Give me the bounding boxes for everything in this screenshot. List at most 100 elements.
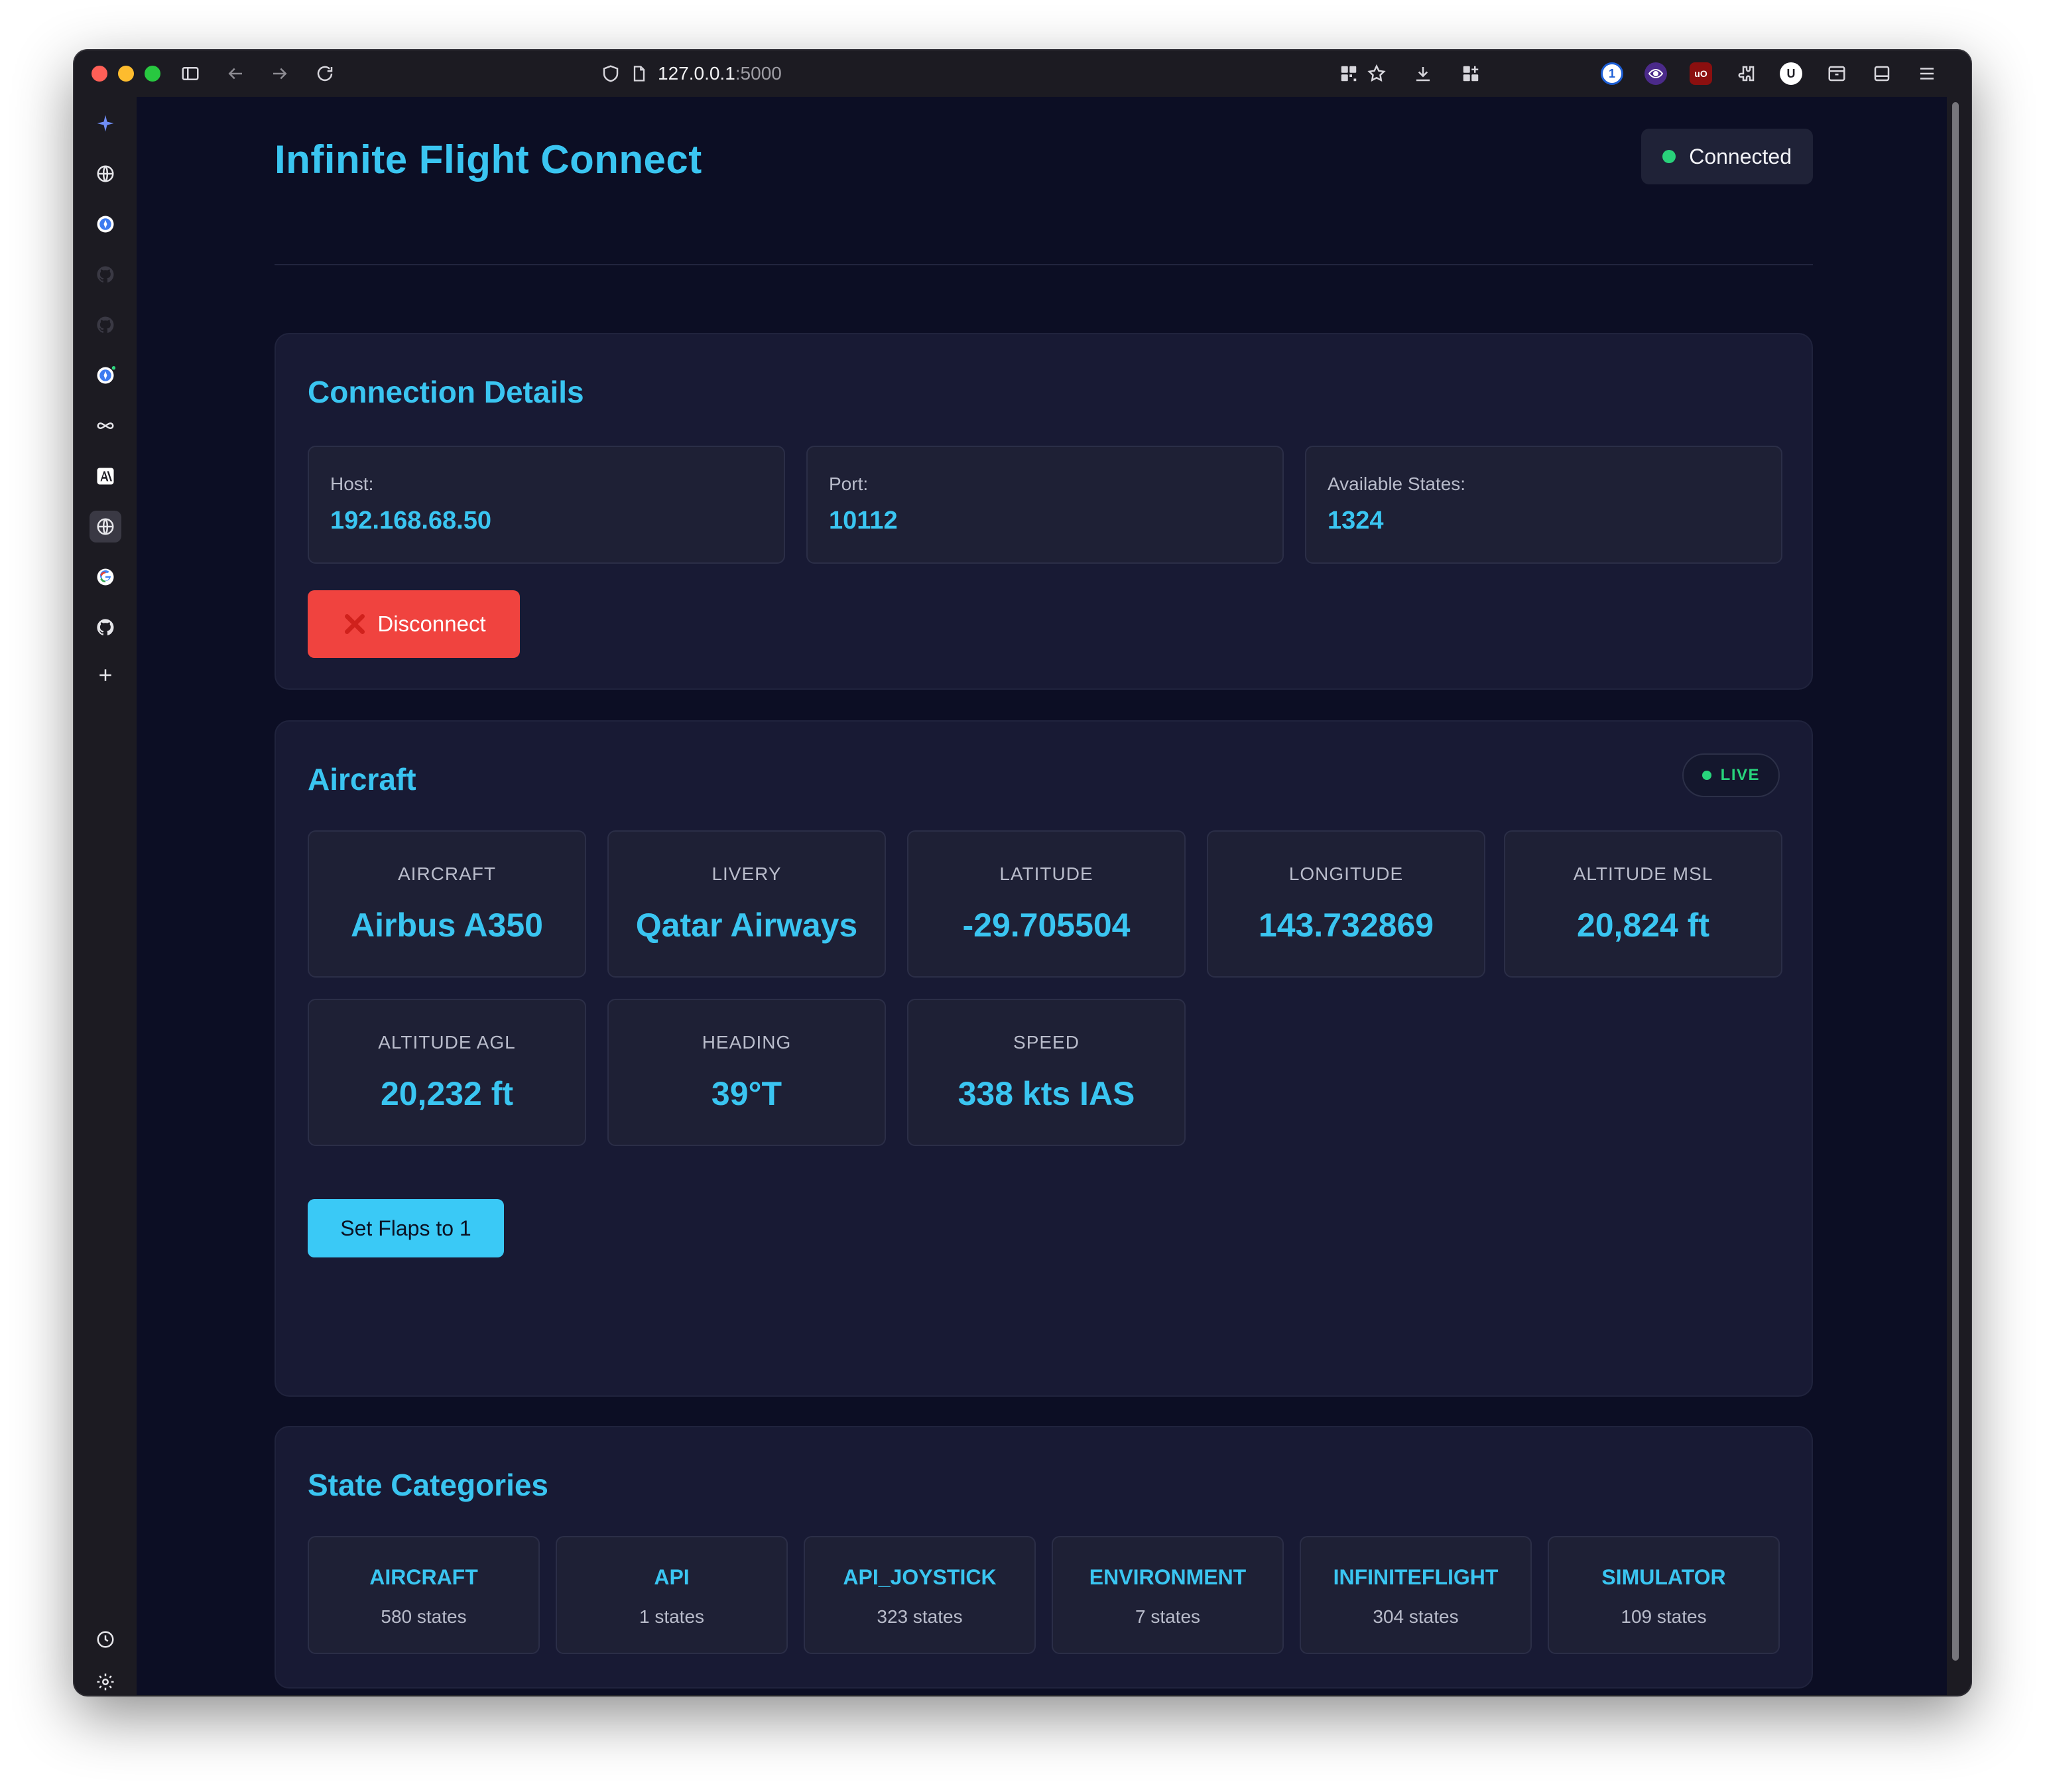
sidebar-google-icon[interactable]: [90, 561, 121, 593]
stat-heading: HEADING 39°T: [607, 999, 886, 1146]
page-header: Infinite Flight Connect Connected: [275, 97, 1813, 265]
menu-hamburger-icon[interactable]: [1915, 62, 1939, 86]
aircraft-title: Aircraft: [308, 762, 416, 797]
ublock-icon[interactable]: uO: [1690, 62, 1712, 85]
stat-value: 20,232 ft: [380, 1075, 514, 1112]
connection-status-badge: Connected: [1641, 129, 1813, 184]
port-value: 10112: [829, 507, 898, 535]
back-arrow-icon[interactable]: [223, 62, 247, 86]
stat-label: AIRCRAFT: [398, 864, 496, 884]
stat-aircraft: AIRCRAFT Airbus A350: [308, 830, 586, 978]
address-bar[interactable]: 127.0.0.1:5000: [601, 61, 782, 86]
bookmark-star-icon[interactable]: [1365, 62, 1389, 86]
stat-label: LONGITUDE: [1288, 864, 1404, 884]
set-flaps-button[interactable]: Set Flaps to 1: [308, 1199, 504, 1257]
category-name: ENVIRONMENT: [1089, 1565, 1247, 1589]
stat-value: Airbus A350: [351, 907, 543, 944]
live-badge: LIVE: [1682, 753, 1780, 797]
stat-value: -29.705504: [962, 907, 1131, 944]
url-host: 127.0.0.1: [658, 63, 735, 84]
host-label: Host:: [330, 474, 374, 494]
category-count: 109 states: [1621, 1606, 1707, 1627]
sidebar-settings-gear-icon[interactable]: [90, 1666, 121, 1695]
category-simulator[interactable]: SIMULATOR 109 states: [1548, 1536, 1780, 1654]
category-api[interactable]: API 1 states: [556, 1536, 788, 1654]
disconnect-label: Disconnect: [377, 611, 486, 636]
stat-value: 20,824 ft: [1576, 907, 1710, 944]
stat-longitude: LONGITUDE 143.732869: [1207, 830, 1485, 978]
stat-latitude: LATITUDE -29.705504: [907, 830, 1186, 978]
eye-extension-icon[interactable]: [1644, 62, 1667, 85]
host-detail: Host: 192.168.68.50: [308, 446, 785, 564]
browser-sidebar: [74, 97, 137, 1695]
category-name: API: [654, 1565, 690, 1589]
sidebar-add-icon[interactable]: [90, 659, 121, 691]
scrollbar-thumb[interactable]: [1952, 102, 1959, 1661]
forward-arrow-icon[interactable]: [268, 62, 292, 86]
password-manager-icon[interactable]: 1: [1601, 62, 1623, 85]
category-count: 580 states: [381, 1606, 467, 1627]
host-value: 192.168.68.50: [330, 507, 492, 535]
category-count: 1 states: [639, 1606, 705, 1627]
sidebar-safari-icon-2[interactable]: [90, 359, 121, 391]
category-count: 323 states: [877, 1606, 963, 1627]
category-infiniteflight[interactable]: INFINITEFLIGHT 304 states: [1300, 1536, 1532, 1654]
qr-code-icon[interactable]: [1337, 62, 1361, 86]
state-categories-card: State Categories AIRCRAFT 580 states API…: [275, 1426, 1813, 1689]
disconnect-button[interactable]: Disconnect: [308, 590, 520, 658]
sidebar-infinity-icon[interactable]: [90, 410, 121, 442]
red-x-icon: [345, 614, 365, 634]
stat-altitude-msl: ALTITUDE MSL 20,824 ft: [1504, 830, 1782, 978]
sidebar-github-dim-icon-2[interactable]: [90, 309, 121, 341]
stat-speed: SPEED 338 kts IAS: [907, 999, 1186, 1146]
extensions-grid-icon[interactable]: [1459, 62, 1483, 86]
tab-overview-icon[interactable]: [1870, 62, 1894, 86]
category-api-joystick[interactable]: API_JOYSTICK 323 states: [804, 1536, 1036, 1654]
port-label: Port:: [829, 474, 869, 494]
category-aircraft[interactable]: AIRCRAFT 580 states: [308, 1536, 540, 1654]
download-icon[interactable]: [1411, 62, 1435, 86]
page-title: Infinite Flight Connect: [275, 137, 702, 182]
available-states-detail: Available States: 1324: [1305, 446, 1782, 564]
browser-window: 127.0.0.1:5000 1 uO U Infinite Flight Co…: [74, 50, 1971, 1695]
category-count: 304 states: [1373, 1606, 1459, 1627]
category-environment[interactable]: ENVIRONMENT 7 states: [1052, 1536, 1284, 1654]
sidebar-history-icon[interactable]: [90, 1624, 121, 1655]
reload-icon[interactable]: [313, 62, 337, 86]
stat-label: ALTITUDE MSL: [1573, 864, 1713, 884]
user-extension-icon[interactable]: U: [1780, 62, 1802, 85]
browser-toolbar: 127.0.0.1:5000 1 uO U: [74, 50, 1971, 97]
aircraft-card: Aircraft LIVE AIRCRAFT Airbus A350 LIVER…: [275, 720, 1813, 1397]
category-name: AIRCRAFT: [369, 1565, 478, 1589]
stat-value: Qatar Airways: [635, 907, 858, 944]
web-content: Infinite Flight Connect Connected Connec…: [137, 97, 1947, 1695]
connection-details-title: Connection Details: [308, 375, 584, 409]
stat-livery: LIVERY Qatar Airways: [607, 830, 886, 978]
available-states-label: Available States:: [1328, 474, 1466, 494]
url-port: :5000: [735, 63, 782, 84]
sidebar-globe-icon[interactable]: [90, 158, 121, 190]
container-icon[interactable]: [1825, 62, 1849, 86]
stat-value: 143.732869: [1258, 907, 1434, 944]
shield-icon[interactable]: [601, 64, 621, 84]
ai-sparkle-icon[interactable]: [90, 107, 121, 139]
window-close-button[interactable]: [92, 66, 107, 82]
stat-label: HEADING: [702, 1032, 792, 1053]
window-minimize-button[interactable]: [118, 66, 134, 82]
available-states-value: 1324: [1328, 507, 1384, 535]
window-zoom-button[interactable]: [145, 66, 160, 82]
sidebar-toggle-icon[interactable]: [178, 62, 202, 86]
stat-label: LATITUDE: [999, 864, 1093, 884]
sidebar-globe-active-icon[interactable]: [90, 511, 121, 543]
puzzle-extension-icon[interactable]: [1735, 62, 1759, 86]
sidebar-anthropic-icon[interactable]: [90, 460, 121, 492]
status-dot-icon: [1662, 150, 1676, 163]
page-icon: [630, 64, 649, 83]
sidebar-github-dim-icon[interactable]: [90, 259, 121, 290]
vertical-scrollbar[interactable]: [1951, 99, 1960, 1693]
stat-label: SPEED: [1013, 1032, 1080, 1053]
stat-label: LIVERY: [712, 864, 782, 884]
category-count: 7 states: [1135, 1606, 1201, 1627]
sidebar-github-icon[interactable]: [90, 611, 121, 643]
sidebar-safari-icon[interactable]: [90, 208, 121, 240]
